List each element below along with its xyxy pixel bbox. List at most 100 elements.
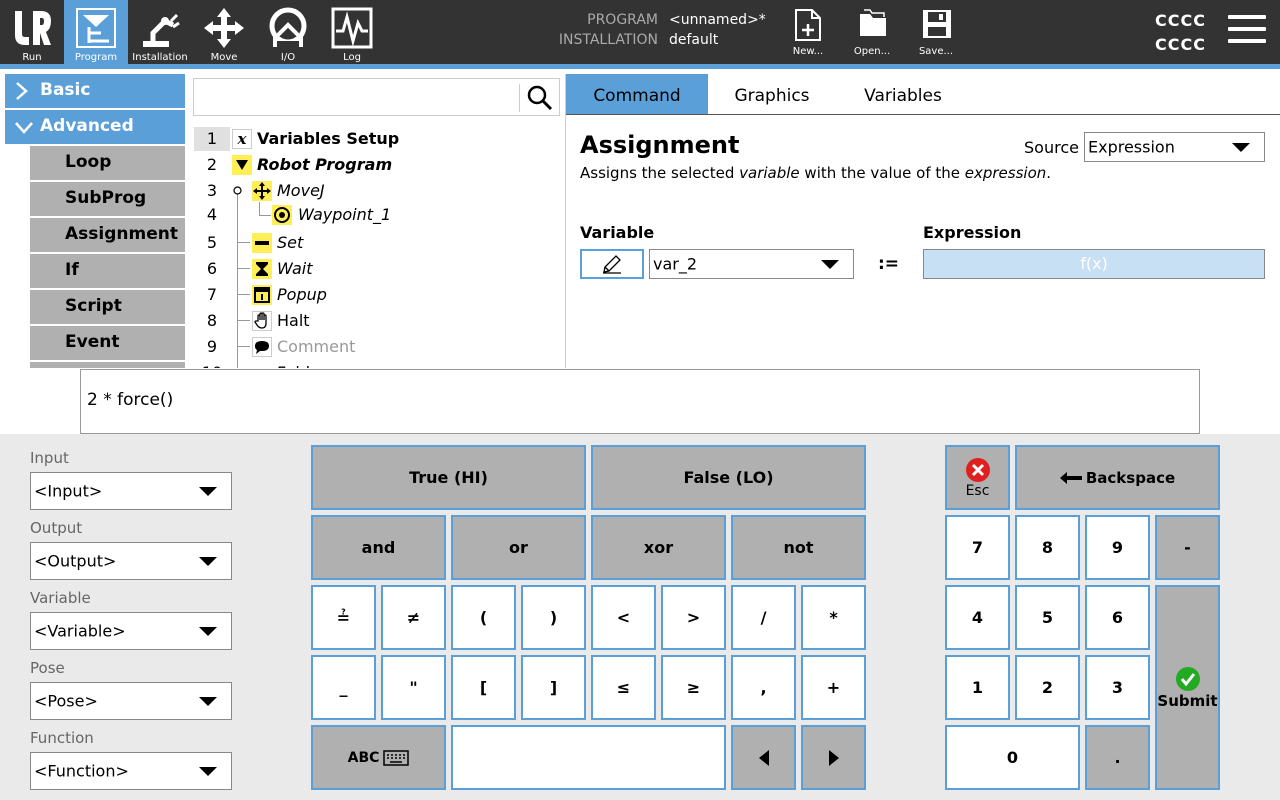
key-multiply[interactable]: * [801, 585, 866, 650]
command-loop[interactable]: Loop [30, 146, 185, 180]
nav-io-button[interactable]: I/O [256, 0, 320, 64]
key-decimal-point[interactable]: . [1085, 725, 1150, 790]
key-left-bracket[interactable]: [ [451, 655, 516, 720]
tree-connector [238, 268, 250, 269]
key-quote[interactable]: " [381, 655, 446, 720]
key-minus[interactable]: - [1155, 515, 1220, 580]
key-less-equal[interactable]: ≤ [591, 655, 656, 720]
edit-variable-button[interactable] [580, 249, 644, 279]
command-title: Assignment [580, 131, 740, 159]
source-dropdown[interactable]: Expression [1084, 132, 1265, 162]
tab-graphics[interactable]: Graphics [708, 74, 836, 114]
tree-node-robot-program[interactable]: Robot Program [257, 153, 392, 177]
key-5[interactable]: 5 [1015, 585, 1080, 650]
tree-connector [238, 346, 250, 347]
key-not[interactable]: not [731, 515, 866, 580]
key-cursor-right[interactable] [801, 725, 866, 790]
key-abc-label: ABC [347, 749, 380, 766]
nav-run-button[interactable]: Run [0, 0, 64, 64]
key-space[interactable] [451, 725, 726, 790]
tree-connector [238, 242, 250, 243]
key-underscore[interactable]: _ [311, 655, 376, 720]
tree-line-number: 5 [206, 233, 218, 252]
tree-node-movej[interactable]: MoveJ [277, 179, 325, 203]
variable-selector[interactable]: <Variable> [30, 612, 232, 650]
tree-collapse-node-icon[interactable] [233, 186, 242, 195]
key-backspace[interactable]: Backspace [1015, 445, 1220, 510]
key-true[interactable]: True (HI) [311, 445, 586, 510]
key-and[interactable]: and [311, 515, 446, 580]
tree-node-variables-setup[interactable]: Variables Setup [257, 127, 399, 151]
key-greater-than[interactable]: > [661, 585, 726, 650]
tree-node-popup[interactable]: Popup [277, 283, 327, 307]
category-advanced[interactable]: Advanced [5, 110, 185, 144]
submit-label: Submit [1157, 691, 1218, 710]
command-script[interactable]: Script [30, 290, 185, 324]
submit-button[interactable]: Submit [1155, 585, 1220, 790]
nav-installation-button[interactable]: Installation [128, 0, 192, 64]
output-selector[interactable]: <Output> [30, 542, 232, 580]
hourglass-icon [252, 259, 272, 279]
tree-node-set[interactable]: Set [277, 231, 303, 255]
function-selector[interactable]: <Function> [30, 752, 232, 790]
key-right-bracket[interactable]: ] [521, 655, 586, 720]
nav-move-button[interactable]: Move [192, 0, 256, 64]
variable-dropdown-value: var_2 [653, 254, 698, 274]
open-program-button[interactable]: Open... [844, 0, 900, 64]
expression-field[interactable]: f(x) [923, 249, 1265, 279]
expression-input[interactable]: 2 * force() [80, 369, 1200, 434]
dropdown-arrow-icon [199, 697, 217, 706]
key-or[interactable]: or [451, 515, 586, 580]
dropdown-arrow-icon [199, 557, 217, 566]
tree-search-input[interactable] [198, 83, 514, 111]
command-event[interactable]: Event [30, 326, 185, 360]
close-circle-icon [965, 457, 990, 482]
key-6[interactable]: 6 [1085, 585, 1150, 650]
waypoint-icon [272, 205, 292, 225]
tree-node-wait[interactable]: Wait [277, 257, 312, 281]
pose-selector[interactable]: <Pose> [30, 682, 232, 720]
command-if[interactable]: If [30, 254, 185, 288]
key-7[interactable]: 7 [945, 515, 1010, 580]
command-subprog[interactable]: SubProg [30, 182, 185, 216]
caret-left-icon [758, 749, 769, 766]
key-right-paren[interactable]: ) [521, 585, 586, 650]
key-abc-keyboard[interactable]: ABC [311, 725, 446, 790]
tab-variables[interactable]: Variables [836, 74, 970, 114]
key-less-than[interactable]: < [591, 585, 656, 650]
key-left-paren[interactable]: ( [451, 585, 516, 650]
input-selector[interactable]: <Input> [30, 472, 232, 510]
key-3[interactable]: 3 [1085, 655, 1150, 720]
key-4[interactable]: 4 [945, 585, 1010, 650]
key-xor[interactable]: xor [591, 515, 726, 580]
nav-move-label: Move [210, 52, 238, 63]
search-icon[interactable] [527, 85, 553, 111]
command-assignment[interactable]: Assignment [30, 218, 185, 252]
key-divide[interactable]: / [731, 585, 796, 650]
nav-log-button[interactable]: Log [320, 0, 384, 64]
save-program-button[interactable]: Save... [908, 0, 964, 64]
tab-command[interactable]: Command [566, 74, 708, 114]
tree-node-comment[interactable]: Comment [277, 335, 355, 359]
key-false[interactable]: False (LO) [591, 445, 866, 510]
tree-node-waypoint[interactable]: Waypoint_1 [298, 203, 391, 227]
key-plus[interactable]: + [801, 655, 866, 720]
key-9[interactable]: 9 [1085, 515, 1150, 580]
key-8[interactable]: 8 [1015, 515, 1080, 580]
category-basic[interactable]: Basic [5, 74, 185, 108]
nav-program-button[interactable]: Program [64, 0, 128, 64]
key-comma[interactable]: , [731, 655, 796, 720]
tree-node-halt[interactable]: Halt [277, 309, 310, 333]
key-1[interactable]: 1 [945, 655, 1010, 720]
hamburger-menu-icon[interactable] [1228, 15, 1266, 49]
key-0[interactable]: 0 [945, 725, 1080, 790]
key-equals[interactable]: ≟ [311, 585, 376, 650]
key-esc[interactable]: Esc [945, 445, 1010, 510]
variable-dropdown[interactable]: var_2 [649, 249, 854, 279]
key-greater-equal[interactable]: ≥ [661, 655, 726, 720]
key-2[interactable]: 2 [1015, 655, 1080, 720]
new-program-button[interactable]: New... [780, 0, 836, 64]
key-cursor-left[interactable] [731, 725, 796, 790]
movej-icon [252, 181, 272, 201]
key-not-equals[interactable]: ≠ [381, 585, 446, 650]
